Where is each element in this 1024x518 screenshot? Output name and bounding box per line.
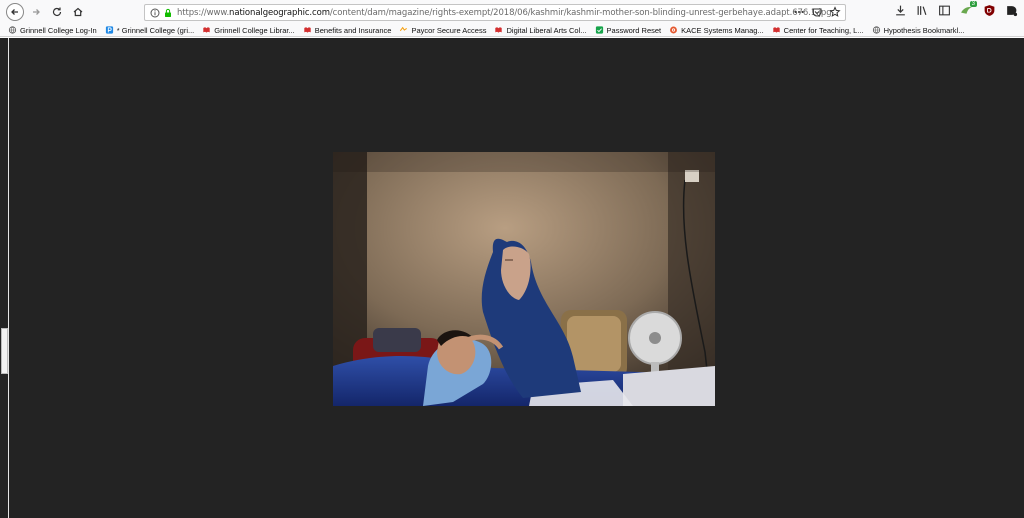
bookmark-label: * Grinnell College (gri...: [116, 25, 195, 35]
bookmark-label: Password Reset: [606, 25, 662, 35]
address-bar[interactable]: https://www.nationalgeographic.com/conte…: [144, 4, 846, 21]
forward-button[interactable]: [27, 3, 45, 21]
toolbar-right-icons: 3: [894, 1, 1018, 17]
bookmark-label: Grinnell College Librar...: [214, 25, 295, 35]
reload-button[interactable]: [48, 3, 66, 21]
bookmark-label: Benefits and Insurance: [314, 25, 392, 35]
bookmark-hypothesis[interactable]: Hypothesis Bookmarkl...: [872, 25, 965, 35]
bookmark-label: Hypothesis Bookmarkl...: [883, 25, 965, 35]
pocket-icon[interactable]: [811, 6, 823, 18]
lock-icon[interactable]: [163, 8, 173, 18]
ublock-shield-icon[interactable]: [983, 4, 996, 17]
sidebar-icon[interactable]: [938, 4, 951, 17]
home-button[interactable]: [69, 3, 87, 21]
info-icon[interactable]: [150, 8, 160, 18]
bookmark-digital-liberal-arts[interactable]: Digital Liberal Arts Col...: [494, 25, 587, 35]
kace-icon: [670, 26, 678, 34]
red-book-icon: [495, 27, 503, 33]
globe-icon: [872, 26, 880, 34]
url-scheme: https://www.: [177, 7, 230, 18]
url-path: /content/dam/magazine/rights-exempt/2018…: [329, 7, 832, 18]
red-book-icon: [304, 27, 311, 33]
bookmark-star-icon[interactable]: [829, 6, 841, 18]
left-window-edge: [0, 38, 9, 518]
bookmark-grinnell-library[interactable]: Grinnell College Librar...: [202, 25, 295, 35]
url-text[interactable]: https://www.nationalgeographic.com/conte…: [177, 8, 832, 18]
bookmark-kace[interactable]: KACE Systems Manag...: [669, 26, 764, 35]
home-icon: [73, 7, 83, 17]
photo-illustration: [333, 152, 715, 406]
navigation-toolbar: https://www.nationalgeographic.com/conte…: [0, 0, 1024, 24]
left-edge-widget[interactable]: [1, 328, 8, 374]
bookmark-label: Grinnell College Log-In: [20, 25, 97, 35]
bookmark-paycor[interactable]: Paycor Secure Access: [399, 26, 486, 35]
download-icon[interactable]: [894, 4, 907, 17]
bookmark-label: KACE Systems Manag...: [681, 25, 764, 35]
photo-mother-son[interactable]: [333, 152, 715, 406]
red-book-icon: [203, 27, 210, 33]
extension-badge: 3: [969, 1, 977, 7]
bookmarks-toolbar: Grinnell College Log-In * Grinnell Colle…: [0, 24, 1024, 37]
profile-extension-icon[interactable]: [1005, 4, 1018, 17]
page-actions-icon[interactable]: [793, 6, 805, 18]
red-book-icon: [772, 27, 780, 33]
back-arrow-icon: [11, 9, 18, 15]
globe-icon: [8, 26, 17, 34]
bookmark-label: Digital Liberal Arts Col...: [506, 25, 587, 35]
extension-button[interactable]: 3: [960, 1, 977, 17]
bookmark-password-reset[interactable]: Password Reset: [595, 25, 662, 35]
bookmark-grinnell-college[interactable]: * Grinnell College (gri...: [105, 25, 195, 35]
back-button[interactable]: [6, 3, 24, 21]
bookmark-benefits[interactable]: Benefits and Insurance: [303, 25, 392, 35]
paycor-icon: [400, 26, 408, 32]
forward-arrow-icon: [33, 9, 40, 15]
bookmark-label: Paycor Secure Access: [411, 25, 487, 35]
url-host: nationalgeographic.com: [229, 7, 330, 18]
p-icon: [105, 26, 113, 34]
url-actions: [793, 6, 841, 18]
bookmark-center-teaching[interactable]: Center for Teaching, L...: [772, 26, 864, 35]
bookmark-grinnell-login[interactable]: Grinnell College Log-In: [8, 26, 97, 35]
reload-icon: [52, 7, 62, 17]
bookmark-label: Center for Teaching, L...: [783, 25, 864, 35]
library-icon[interactable]: [916, 4, 929, 17]
green-square-icon: [595, 26, 603, 34]
